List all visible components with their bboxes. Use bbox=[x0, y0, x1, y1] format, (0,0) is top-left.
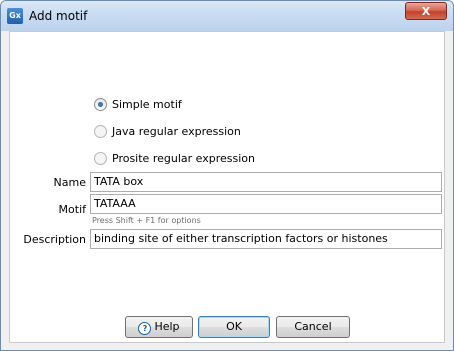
radio-simple-motif[interactable]: Simple motif bbox=[94, 96, 182, 112]
radio-label: Simple motif bbox=[112, 97, 182, 111]
radio-button-checked[interactable] bbox=[94, 97, 107, 111]
description-label: Description bbox=[23, 233, 86, 246]
dialog-content: Simple motif Java regular expression Pro… bbox=[9, 31, 445, 343]
close-icon: X bbox=[421, 5, 431, 18]
close-button[interactable]: X bbox=[405, 2, 447, 20]
radio-button[interactable] bbox=[94, 124, 107, 138]
title-bar: Gx Add motif X bbox=[1, 1, 453, 31]
radio-prosite-regex[interactable]: Prosite regular expression bbox=[94, 150, 255, 166]
dialog-title: Add motif bbox=[29, 9, 88, 23]
radio-label: Prosite regular expression bbox=[112, 151, 255, 165]
app-logo-icon: Gx bbox=[7, 8, 23, 24]
radio-button[interactable] bbox=[94, 151, 107, 165]
radio-label: Java regular expression bbox=[112, 124, 241, 138]
description-field[interactable]: binding site of either transcription fac… bbox=[90, 229, 442, 249]
add-motif-dialog: Gx Add motif X Simple motif Java regular… bbox=[0, 0, 454, 351]
name-label: Name bbox=[53, 176, 86, 189]
radio-java-regex[interactable]: Java regular expression bbox=[94, 123, 241, 139]
motif-hint: Press Shift + F1 for options bbox=[92, 216, 201, 225]
ok-button[interactable]: OK bbox=[198, 316, 270, 338]
help-icon: ? bbox=[138, 322, 152, 335]
help-button[interactable]: ? Help bbox=[125, 316, 193, 338]
motif-field[interactable]: TATAAA bbox=[90, 194, 442, 214]
motif-label: Motif bbox=[58, 203, 86, 216]
cancel-button-label: Cancel bbox=[294, 320, 332, 333]
help-button-label: Help bbox=[154, 320, 180, 333]
ok-button-label: OK bbox=[226, 320, 242, 333]
cancel-button[interactable]: Cancel bbox=[276, 316, 350, 338]
name-field[interactable]: TATA box bbox=[90, 172, 442, 192]
